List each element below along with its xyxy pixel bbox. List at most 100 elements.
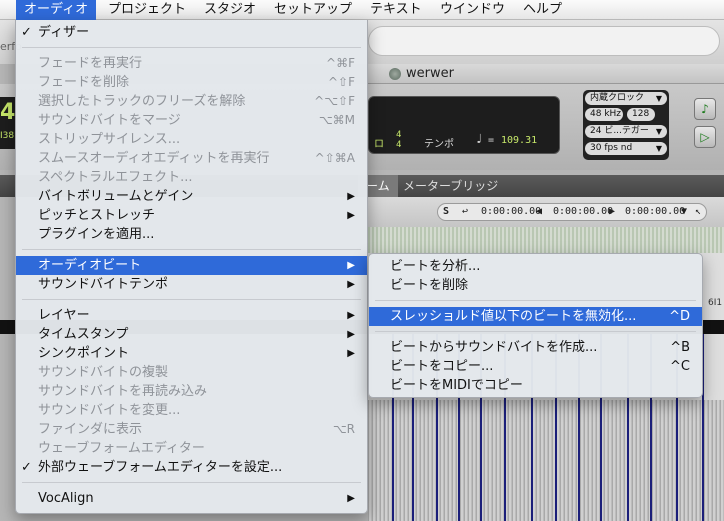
bit-depth-value: 24 ビ...テガー xyxy=(590,126,649,136)
play-icon: ▷ xyxy=(700,130,710,144)
menu-item-sync-point[interactable]: シンクポイント ▶ xyxy=(16,344,367,363)
menu-item-reload-soundbite[interactable]: サウンドバイトを再読み込み xyxy=(16,382,367,401)
menubar-audio[interactable]: オーディオ xyxy=(16,0,97,20)
menu-item-set-external-editor[interactable]: ✓ 外部ウェーブフォームエディターを設定... xyxy=(16,458,367,477)
return-icon: ↩ xyxy=(462,206,469,217)
counter-tempo-value: 109.31 xyxy=(501,135,538,146)
menubar-window[interactable]: ウインドウ xyxy=(440,0,505,20)
submenu-item-copy-beats[interactable]: ビートをコピー... ^C xyxy=(369,357,702,376)
menu-item-unfreeze-tracks[interactable]: 選択したトラックのフリーズを解除 ^⌥⇧F xyxy=(16,92,367,111)
menu-separator xyxy=(375,331,696,332)
menu-item-label: サウンドバイトをマージ xyxy=(38,113,181,128)
menu-item-label: 選択したトラックのフリーズを解除 xyxy=(38,94,246,109)
clock-source-select[interactable]: 内蔵クロック ▼ xyxy=(585,92,667,105)
menu-shortcut: ^⌘F xyxy=(326,56,355,70)
submenu-arrow-icon: ▶ xyxy=(347,348,355,359)
metronome-button[interactable]: ♪ xyxy=(694,98,716,120)
play-button[interactable]: ▷ xyxy=(694,126,716,148)
menu-item-duplicate-soundbite[interactable]: サウンドバイトの複製 xyxy=(16,363,367,382)
clock-source-value: 内蔵クロック xyxy=(590,93,645,103)
frame-rate-select[interactable]: 30 fps nd ▼ xyxy=(585,142,667,155)
menu-item-redo-smooth-edit[interactable]: スムースオーディオエディットを再実行 ^⇧⌘A xyxy=(16,149,367,168)
menu-item-bite-volume-gain[interactable]: バイトボリュームとゲイン ▶ xyxy=(16,187,367,206)
menu-item-pitch-stretch[interactable]: ピッチとストレッチ ▶ xyxy=(16,206,367,225)
menu-separator xyxy=(22,299,361,300)
menu-shortcut: ⌥⌘M xyxy=(318,113,355,127)
menu-item-layer[interactable]: レイヤー ▶ xyxy=(16,306,367,325)
menu-item-spectral-effects[interactable]: スペクトラルエフェクト... xyxy=(16,168,367,187)
pointer-tool-icon[interactable]: ↖ xyxy=(695,206,701,217)
menu-item-timestamp[interactable]: タイムスタンプ ▶ xyxy=(16,325,367,344)
submenu-arrow-icon: ▶ xyxy=(347,493,355,504)
audio-waveform[interactable] xyxy=(368,400,724,521)
submenu-item-disable-beats-below-threshold[interactable]: スレッショルド値以下のビートを無効化... ^D xyxy=(369,307,702,326)
menu-item-audio-beat[interactable]: オーディオビート ▶ xyxy=(16,256,367,275)
menu-item-label: ウェーブフォームエディター xyxy=(38,441,205,456)
menu-item-label: サウンドバイトテンポ xyxy=(38,277,169,292)
left-lcd-subvalue: I38 xyxy=(0,131,15,141)
menu-item-apply-plugin[interactable]: プラグインを適用... xyxy=(16,225,367,244)
submenu-item-analyze-beats[interactable]: ビートを分析... xyxy=(369,257,702,276)
sample-rate-badge[interactable]: 48 kHz xyxy=(585,108,623,121)
menu-item-label: フェードを削除 xyxy=(38,75,130,90)
toolbar-search-field[interactable] xyxy=(368,26,720,56)
frame-rate-value: 30 fps nd xyxy=(590,143,633,153)
menu-item-label: サウンドバイトを変更... xyxy=(38,403,181,418)
buffer-size-badge[interactable]: 128 xyxy=(627,108,655,121)
ruler-label: 6I1 xyxy=(708,298,723,308)
menubar-help[interactable]: ヘルプ xyxy=(523,0,562,20)
caret-down-icon: ▼ xyxy=(655,127,662,136)
menu-item-label: オーディオビート xyxy=(38,258,142,273)
menu-item-show-in-finder[interactable]: ファインダに表示 ⌥R xyxy=(16,420,367,439)
time-value-1: 0:00:00.00 xyxy=(481,206,542,217)
menu-item-label: サウンドバイトを再読み込み xyxy=(38,384,208,399)
menu-item-change-soundbite[interactable]: サウンドバイトを変更... xyxy=(16,401,367,420)
menu-item-redo-fades[interactable]: フェードを再実行 ^⌘F xyxy=(16,54,367,73)
menu-separator xyxy=(22,482,361,483)
menu-item-label: 外部ウェーブフォームエディターを設定... xyxy=(38,460,283,475)
menu-item-label: ストリップサイレンス... xyxy=(38,132,181,147)
menubar-project[interactable]: プロジェクト xyxy=(108,0,186,20)
menubar-text[interactable]: テキスト xyxy=(370,0,422,20)
dropdown-icon[interactable]: ▼ xyxy=(681,206,687,217)
counter-sig-label: ロ xyxy=(374,139,384,150)
quarter-note-icon: ♩ xyxy=(475,132,483,147)
menu-item-label: スペクトラルエフェクト... xyxy=(38,170,193,185)
menu-shortcut: ^C xyxy=(670,359,690,374)
menubar-studio[interactable]: スタジオ xyxy=(204,0,256,20)
left-lcd-value: 4 xyxy=(0,100,16,125)
menu-shortcut: ^⌥⇧F xyxy=(314,94,355,108)
submenu-item-create-soundbites-from-beats[interactable]: ビートからサウンドバイトを作成... ^B xyxy=(369,338,702,357)
bit-depth-select[interactable]: 24 ビ...テガー ▼ xyxy=(585,125,667,138)
menu-shortcut: ^⇧F xyxy=(327,75,355,89)
menu-item-label: ピッチとストレッチ xyxy=(38,208,156,223)
right-arrow-icon[interactable]: ▶ xyxy=(609,206,615,217)
menu-item-strip-silence[interactable]: ストリップサイレンス... xyxy=(16,130,367,149)
counter-tempo-equals: = xyxy=(488,135,495,146)
menu-item-waveform-editor[interactable]: ウェーブフォームエディター xyxy=(16,439,367,458)
menu-separator xyxy=(22,47,361,48)
solo-button[interactable]: S xyxy=(443,206,449,217)
menu-shortcut: ^⇧⌘A xyxy=(314,151,355,165)
menu-item-delete-fades[interactable]: フェードを削除 ^⇧F xyxy=(16,73,367,92)
waveform-overview xyxy=(368,227,724,253)
menu-shortcut: ⌥R xyxy=(332,422,355,436)
menu-item-label: フェードを再実行 xyxy=(38,56,143,71)
menu-item-vocalign[interactable]: VocAlign ▶ xyxy=(16,489,367,508)
left-arrow-icon[interactable]: ◀ xyxy=(536,206,542,217)
submenu-item-delete-beats[interactable]: ビートを削除 xyxy=(369,276,702,295)
menu-separator xyxy=(375,300,696,301)
submenu-arrow-icon: ▶ xyxy=(347,279,355,290)
counter-sig-top: 4 xyxy=(396,130,402,140)
window-document-icon xyxy=(389,68,401,80)
tab-meter-bridge[interactable]: メーターブリッジ xyxy=(403,175,498,197)
menu-item-label: シンクポイント xyxy=(38,346,130,361)
menu-item-soundbite-tempo[interactable]: サウンドバイトテンポ ▶ xyxy=(16,275,367,294)
caret-down-icon: ▼ xyxy=(655,94,662,103)
submenu-item-copy-beats-midi[interactable]: ビートをMIDIでコピー xyxy=(369,376,702,395)
menubar-setup[interactable]: セットアップ xyxy=(274,0,352,20)
menu-item-merge-soundbites[interactable]: サウンドバイトをマージ ⌥⌘M xyxy=(16,111,367,130)
menu-item-dither[interactable]: ✓ ディザー xyxy=(16,23,367,42)
submenu-arrow-icon: ▶ xyxy=(347,191,355,202)
window-title: werwer xyxy=(406,66,454,81)
